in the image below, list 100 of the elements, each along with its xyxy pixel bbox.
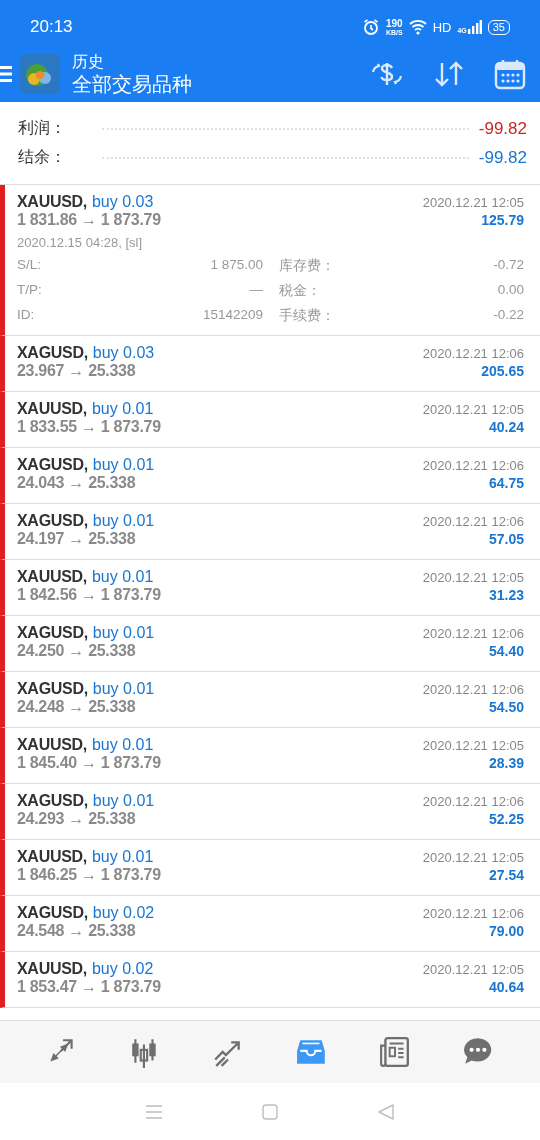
symbol-name: XAGUSD,	[17, 904, 88, 922]
speed-value: 190	[385, 18, 403, 29]
detail-value: 0.00	[496, 282, 524, 299]
wifi-icon	[408, 19, 427, 35]
app-logo-icon	[20, 54, 60, 94]
trade-profit: 54.50	[488, 699, 524, 715]
symbol-name: XAGUSD,	[17, 624, 88, 642]
trade-time: 2020.12.21 12:06	[422, 346, 524, 361]
trade-profit: 40.24	[488, 419, 524, 435]
trade-side: buy 0.01	[91, 568, 154, 586]
trade-row[interactable]: XAUUSD, buy 0.02 2020.12.21 12:05 1 853.47 → 1 873.79 40.64	[0, 952, 540, 1008]
trade-side: buy 0.02	[92, 904, 155, 922]
symbol-name: XAGUSD,	[17, 344, 88, 362]
detail-value: -0.72	[492, 257, 524, 274]
trade-profit: 79.00	[488, 923, 524, 939]
trade-profit: 57.05	[488, 531, 524, 547]
detail-value: 15142209	[201, 307, 263, 324]
symbol-name: XAUUSD,	[17, 400, 87, 418]
detail-label: S/L:	[17, 257, 42, 274]
detail-value: -0.22	[492, 307, 524, 324]
price-range: 24.248 → 25.338	[17, 698, 136, 716]
open-time: 2020.12.15 04:28, [sl]	[17, 235, 144, 250]
trade-profit: 27.54	[488, 867, 524, 883]
trade-row[interactable]: XAGUSD, buy 0.02 2020.12.21 12:06 24.548 → 25.338 79.00	[0, 896, 540, 952]
trade-row[interactable]: XAGUSD, buy 0.01 2020.12.21 12:06 24.250 → 25.338 54.40	[0, 616, 540, 672]
detail-value: —	[248, 282, 263, 299]
trade-profit: 40.64	[488, 979, 524, 995]
summary-value: -99.82	[478, 147, 527, 168]
trade-row[interactable]: XAGUSD, buy 0.01 2020.12.21 12:06 24.293 → 25.338 52.25	[0, 784, 540, 840]
trade-time: 2020.12.21 12:05	[422, 195, 524, 210]
price-range: 24.293 → 25.338	[17, 810, 136, 828]
price-range: 1 833.55 → 1 873.79	[17, 418, 161, 436]
screen-title: 全部交易品种	[72, 71, 192, 96]
detail-label: 手续费：	[278, 307, 336, 325]
home-icon[interactable]	[262, 1103, 278, 1120]
trade-row[interactable]: XAUUSD, buy 0.01 2020.12.21 12:05 1 846.25 → 1 873.79 27.54	[0, 840, 540, 896]
price-range: 24.548 → 25.338	[17, 922, 136, 940]
screen-subtitle: 历史	[72, 52, 105, 72]
trade-side: buy 0.01	[92, 792, 155, 810]
trade-row[interactable]: XAGUSD, buy 0.03 2020.12.21 12:06 23.967 → 25.338 205.65	[0, 336, 540, 392]
calendar-icon[interactable]	[494, 58, 526, 90]
summary-value: -99.82	[478, 118, 527, 139]
price-range: 24.043 → 25.338	[17, 474, 136, 492]
symbol-name: XAUUSD,	[17, 848, 87, 866]
trade-time: 2020.12.21 12:06	[422, 682, 524, 697]
hd-label: HD	[432, 19, 452, 35]
trade-side: buy 0.01	[91, 848, 154, 866]
trade-row[interactable]: XAGUSD, buy 0.01 2020.12.21 12:06 24.197 → 25.338 57.05	[0, 504, 540, 560]
trade-side: buy 0.01	[91, 736, 154, 754]
detail-label: ID:	[17, 307, 36, 324]
trade-time: 2020.12.21 12:05	[422, 738, 524, 753]
summary-label: 结余：	[18, 147, 67, 167]
trade-side: buy 0.03	[92, 344, 155, 362]
trade-row[interactable]: XAUUSD, buy 0.01 2020.12.21 12:05 1 845.40 → 1 873.79 28.39	[0, 728, 540, 784]
trade-time: 2020.12.21 12:05	[422, 402, 524, 417]
trade-profit: 31.23	[488, 587, 524, 603]
trade-profit: 54.40	[488, 643, 524, 659]
detail-label: 税金：	[278, 282, 322, 300]
trade-profit: 28.39	[488, 755, 524, 771]
symbol-name: XAUUSD,	[17, 568, 87, 586]
detail-label: T/P:	[17, 282, 43, 299]
menu-icon[interactable]	[0, 64, 12, 84]
symbol-name: XAGUSD,	[17, 792, 88, 810]
back-icon[interactable]	[378, 1103, 394, 1120]
battery-level: 35	[487, 19, 510, 35]
price-range: 24.250 → 25.338	[17, 642, 136, 660]
trade-row[interactable]: XAUUSD, buy 0.03 2020.12.21 12:05 1 831.86 → 1 873.79 125.79 2020.12.15 04:28, [sl] S/L: 1 875.00 库存费： -0.72 T/P: — 税金： 0.00 ID: 15142209 手续费： -0.22	[0, 185, 540, 336]
trade-time: 2020.12.21 12:05	[422, 570, 524, 585]
trade-time: 2020.12.21 12:06	[422, 626, 524, 641]
detail-label: 库存费：	[278, 257, 336, 275]
summary-label: 利润：	[18, 118, 67, 138]
price-range: 23.967 → 25.338	[17, 362, 136, 380]
signal-icon	[467, 20, 482, 34]
trade-side: buy 0.01	[92, 512, 155, 530]
price-range: 1 845.40 → 1 873.79	[17, 754, 161, 772]
trade-side: buy 0.01	[91, 400, 154, 418]
trade-profit: 205.65	[481, 363, 524, 379]
trade-side: buy 0.01	[92, 624, 155, 642]
trade-time: 2020.12.21 12:06	[422, 794, 524, 809]
alarm-icon	[361, 18, 380, 36]
symbol-name: XAUUSD,	[17, 193, 87, 211]
trade-row[interactable]: XAGUSD, buy 0.01 2020.12.21 12:06 24.248 → 25.338 54.50	[0, 672, 540, 728]
price-range: 24.197 → 25.338	[17, 530, 136, 548]
trade-time: 2020.12.21 12:05	[422, 962, 524, 977]
trade-row[interactable]: XAGUSD, buy 0.01 2020.12.21 12:06 24.043 → 25.338 64.75	[0, 448, 540, 504]
symbol-name: XAGUSD,	[17, 456, 88, 474]
price-range: 1 853.47 → 1 873.79	[17, 978, 161, 996]
trade-side: buy 0.02	[91, 960, 154, 978]
price-range: 1 846.25 → 1 873.79	[17, 866, 161, 884]
symbol-name: XAUUSD,	[17, 736, 87, 754]
trade-row[interactable]: XAUUSD, buy 0.01 2020.12.21 12:05 1 842.56 → 1 873.79 31.23	[0, 560, 540, 616]
trade-time: 2020.12.21 12:06	[422, 514, 524, 529]
newspaper-icon[interactable]	[378, 1036, 411, 1068]
trade-time: 2020.12.21 12:06	[422, 906, 524, 921]
trade-row[interactable]: XAUUSD, buy 0.01 2020.12.21 12:05 1 833.55 → 1 873.79 40.24	[0, 392, 540, 448]
trade-time: 2020.12.21 12:06	[422, 458, 524, 473]
detail-value: 1 875.00	[209, 257, 263, 274]
trade-side: buy 0.03	[91, 193, 154, 211]
trade-side: buy 0.01	[92, 680, 155, 698]
price-range: 1 831.86 → 1 873.79	[17, 211, 161, 229]
